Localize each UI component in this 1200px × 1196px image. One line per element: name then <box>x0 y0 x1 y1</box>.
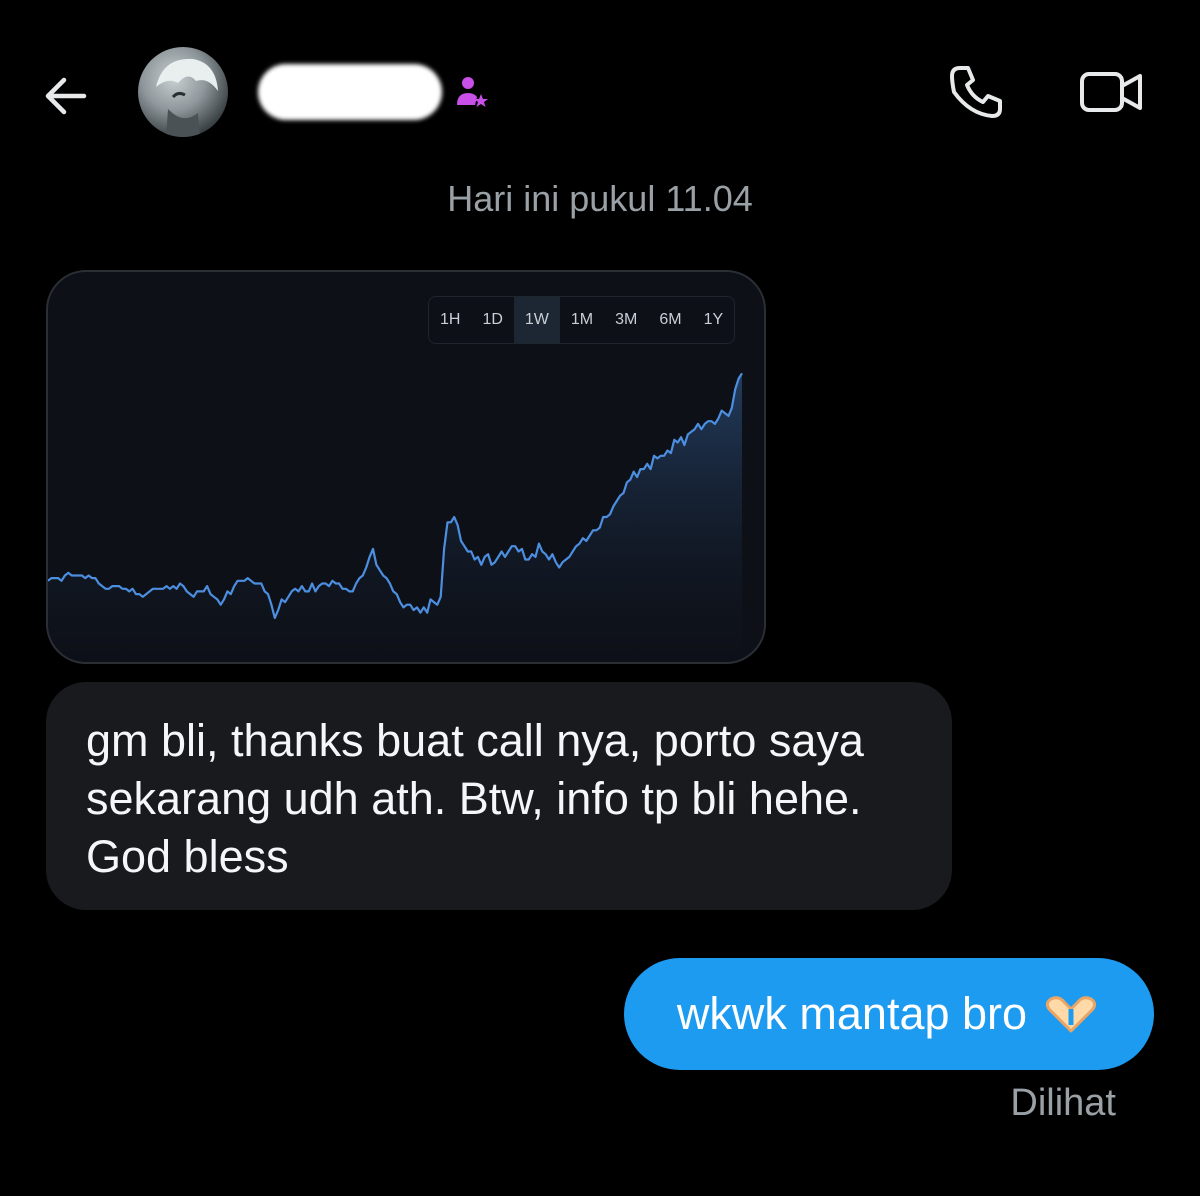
avatar[interactable] <box>138 47 228 137</box>
seen-status: Dilihat <box>1010 1082 1116 1124</box>
range-tab-1y[interactable]: 1Y <box>693 297 735 343</box>
outgoing-message-bubble[interactable]: wkwk mantap bro <box>624 958 1154 1070</box>
phone-icon[interactable] <box>946 62 1006 122</box>
user-star-icon <box>457 77 488 107</box>
chart-image-message[interactable]: 1H 1D 1W 1M 3M 6M 1Y <box>46 270 766 664</box>
range-tab-1m[interactable]: 1M <box>560 297 604 343</box>
range-tab-3m[interactable]: 3M <box>604 297 648 343</box>
incoming-message-bubble[interactable]: gm bli, thanks buat call nya, porto saya… <box>46 682 952 910</box>
outgoing-message-text: wkwk mantap bro <box>676 988 1028 1039</box>
range-tab-1h[interactable]: 1H <box>429 297 471 343</box>
message-timestamp: Hari ini pukul 11.04 <box>447 178 753 219</box>
chat-header <box>0 0 1200 180</box>
username-redacted[interactable] <box>258 64 442 120</box>
avatar-illustration <box>156 58 218 137</box>
range-tab-1d[interactable]: 1D <box>471 297 513 343</box>
back-arrow-icon[interactable] <box>38 68 94 124</box>
heart-hands-icon <box>1045 996 1097 1033</box>
chart-area-fill <box>48 373 742 662</box>
time-range-selector: 1H 1D 1W 1M 3M 6M 1Y <box>428 296 736 344</box>
range-tab-6m[interactable]: 6M <box>648 297 692 343</box>
incoming-message-text: gm bli, thanks buat call nya, porto saya… <box>86 715 864 882</box>
video-camera-icon[interactable] <box>1078 64 1144 120</box>
range-tab-1w[interactable]: 1W <box>513 297 560 343</box>
